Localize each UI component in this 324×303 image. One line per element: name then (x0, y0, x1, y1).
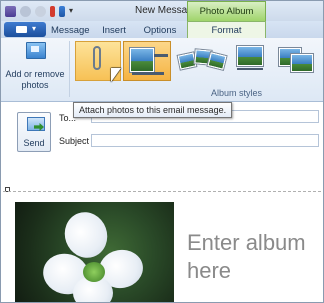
mouse-cursor-icon (111, 68, 125, 86)
text-line-icon (132, 72, 164, 75)
quick-access-toolbar: ▾ (5, 4, 73, 18)
photo-thumbnail-icon (291, 54, 313, 72)
ribbon-panel: Add or remove photos Album styles (1, 38, 323, 102)
subject-label: Subject (59, 136, 90, 146)
album-placeholder-text: Enter album here (187, 230, 306, 283)
subject-field[interactable] (91, 134, 319, 147)
app-menu-icon (16, 26, 27, 33)
album-style-framed[interactable] (233, 44, 267, 74)
send-button[interactable]: Send (17, 112, 51, 152)
tab-message[interactable]: Message (51, 23, 90, 38)
photo-thumbnail-icon (207, 52, 227, 70)
photo-thumbnail-icon (177, 52, 197, 70)
tab-options[interactable]: Options (139, 23, 181, 38)
chevron-down-icon: ▾ (32, 24, 37, 33)
contextual-tab-group-label: Photo Album Tools (187, 1, 266, 36)
customize-toolbar-chevron-icon[interactable]: ▾ (69, 6, 73, 17)
photos-icon (26, 42, 46, 59)
album-border (3, 191, 321, 192)
photo-thumbnail-icon (237, 46, 263, 66)
undo-icon[interactable] (20, 5, 31, 17)
album-photo[interactable] (15, 202, 174, 302)
title-bar: ▾ New Messa Photo Album Tools (1, 1, 323, 36)
envelope-icon (27, 117, 45, 131)
add-remove-photos-label: Add or remove photos (5, 69, 65, 90)
mail-compose-window: ▾ New Messa Photo Album Tools ▾ Message … (0, 0, 324, 303)
redo-icon[interactable] (35, 5, 46, 17)
album-styles-group-label: Album styles (211, 88, 263, 98)
ribbon-tabs: ▾ Message Insert Options Format (1, 21, 323, 39)
album-style-single-photo[interactable] (123, 41, 171, 81)
paperclip-icon (93, 46, 101, 70)
album-title-placeholder[interactable]: Enter album here (187, 229, 323, 285)
ribbon-divider (69, 41, 70, 97)
save-icon[interactable] (5, 5, 16, 17)
text-line-icon (154, 54, 168, 57)
album-style-stacked[interactable] (277, 44, 317, 74)
application-menu-button[interactable]: ▾ (4, 22, 46, 37)
text-line-icon (237, 68, 263, 70)
album-style-scattered[interactable] (177, 44, 227, 74)
add-remove-photos-button[interactable]: Add or remove photos (4, 41, 66, 97)
window-title: New Messa (135, 5, 188, 16)
tab-insert[interactable]: Insert (97, 23, 131, 38)
send-label: Send (23, 138, 45, 148)
photo-thumbnail-icon (130, 48, 154, 72)
low-priority-icon[interactable] (59, 5, 65, 17)
priority-flag-icon[interactable] (50, 5, 55, 17)
tooltip: Attach photos to this email message. (73, 102, 233, 118)
tab-format[interactable]: Format (187, 21, 266, 39)
